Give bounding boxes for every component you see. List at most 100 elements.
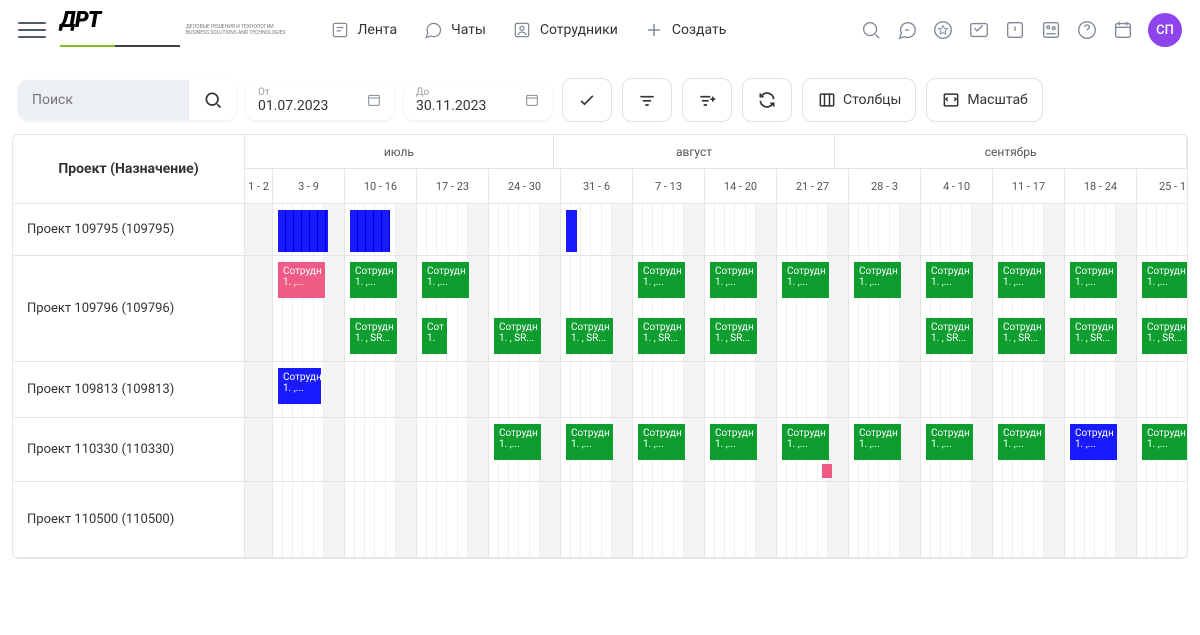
- employees-icon: [512, 20, 532, 40]
- timeline[interactable]: Сотрудн 1. ,... Сотрудн 1. ,... Сотрудн 1.…: [245, 256, 1187, 361]
- week-header: 1 - 2: [245, 169, 273, 203]
- week-header: 25 - 1: [1137, 169, 1187, 203]
- month-header: август: [554, 135, 835, 168]
- project-label[interactable]: Проект 110500 (110500): [13, 482, 245, 557]
- scale-button[interactable]: Масштаб: [926, 78, 1042, 122]
- gantt-bar[interactable]: Сотрудн 1. ,...: [1142, 424, 1187, 460]
- gantt-bar[interactable]: Сотрудн 1. , SR...: [710, 318, 757, 354]
- gantt-bar[interactable]: Сотрудн 1. ,...: [494, 424, 541, 460]
- gantt-bar[interactable]: [278, 210, 328, 252]
- refresh-button[interactable]: [742, 78, 792, 122]
- timeline[interactable]: Сотрудн 1. ,... Сотрудн 1. ,... Сотрудн 1.…: [245, 418, 1187, 481]
- gantt-row: Проект 110500 (110500): [13, 482, 1187, 558]
- gantt-bar[interactable]: Сотрудн 1. , SR...: [638, 318, 685, 354]
- nav-employees[interactable]: Сотрудники: [512, 20, 618, 40]
- gantt-bar[interactable]: Сотрудн 1. , SR...: [1142, 318, 1187, 354]
- month-header: сентябрь: [835, 135, 1187, 168]
- month-header: июль: [245, 135, 554, 168]
- gantt-bar[interactable]: Сотрудн 1. , SR...: [998, 318, 1045, 354]
- gantt-bar[interactable]: Сотрудн 1. ,...: [926, 424, 973, 460]
- timeline[interactable]: [245, 482, 1187, 557]
- nav-links: Лента Чаты Сотрудники Создать: [330, 20, 727, 40]
- plus-icon: [644, 20, 664, 40]
- gantt-bar[interactable]: Сотрудн 1. ,...: [1070, 424, 1117, 460]
- chat-icon: [423, 20, 443, 40]
- week-header: 3 - 9: [273, 169, 345, 203]
- gantt-header: Проект (Назначение) июльавгустсентябрь 1…: [13, 135, 1187, 204]
- gantt-bar[interactable]: Сотрудн 1. ,...: [710, 262, 757, 298]
- gantt-bar[interactable]: Сотрудн 1. ,...: [422, 262, 469, 298]
- magnify-icon: [203, 90, 223, 110]
- dashboard-icon[interactable]: [1040, 19, 1062, 41]
- gantt-bar[interactable]: Сотрудн 1. ,...: [566, 424, 613, 460]
- topbar: ДРТ ДЕЛОВЫЕ РЕШЕНИЯ И ТЕХНОЛОГИИ BUSINES…: [0, 0, 1200, 60]
- logo[interactable]: ДРТ ДЕЛОВЫЕ РЕШЕНИЯ И ТЕХНОЛОГИИ BUSINES…: [60, 8, 286, 52]
- calendar-small-icon: [524, 92, 540, 108]
- gantt-bar[interactable]: Сотрудн 1. , SR...: [494, 318, 541, 354]
- gantt-bar[interactable]: Сотрудн 1. ,...: [998, 262, 1045, 298]
- project-label[interactable]: Проект 109796 (109796): [13, 256, 245, 361]
- menu-button[interactable]: [18, 16, 46, 44]
- project-label[interactable]: Проект 109813 (109813): [13, 362, 245, 417]
- mail-check-icon[interactable]: [968, 19, 990, 41]
- gantt-bar[interactable]: [350, 210, 390, 252]
- search-wrap: [18, 80, 236, 120]
- gantt-bar[interactable]: [566, 210, 577, 252]
- scale-icon: [941, 90, 961, 110]
- gantt-bar[interactable]: [822, 464, 832, 478]
- gantt-bar[interactable]: Сотрудн 1. ,...: [278, 368, 321, 404]
- search-icon[interactable]: [860, 19, 882, 41]
- gantt-bar[interactable]: Сотрудн 1. ,...: [998, 424, 1045, 460]
- avatar[interactable]: СП: [1148, 13, 1182, 47]
- gantt-row: Проект 109795 (109795): [13, 204, 1187, 256]
- date-to[interactable]: До 30.11.2023: [404, 81, 552, 120]
- columns-icon: [817, 90, 837, 110]
- gantt-bar[interactable]: Сотрудн 1. ,...: [782, 424, 829, 460]
- gantt-bar[interactable]: Сотрудн 1. ,...: [638, 424, 685, 460]
- help-chat-icon[interactable]: [896, 19, 918, 41]
- feed-icon: [330, 20, 350, 40]
- refresh-icon: [757, 90, 777, 110]
- date-from[interactable]: От 01.07.2023: [246, 81, 394, 120]
- filter-button[interactable]: [622, 78, 672, 122]
- gantt-bar[interactable]: Сотрудн 1. , SR...: [926, 318, 973, 354]
- gantt-bar[interactable]: Сотрудн 1. , SR...: [566, 318, 613, 354]
- week-header: 4 - 10: [921, 169, 993, 203]
- gantt-bar[interactable]: Сот 1.: [422, 318, 447, 354]
- week-header: 11 - 17: [993, 169, 1065, 203]
- calendar-icon[interactable]: [1112, 19, 1134, 41]
- gantt-bar[interactable]: Сотрудн 1. , SR...: [1070, 318, 1117, 354]
- search-input[interactable]: [18, 80, 188, 120]
- timeline[interactable]: [245, 204, 1187, 255]
- gantt-row: Проект 109796 (109796) Сотрудн 1. ,...Со…: [13, 256, 1187, 362]
- calendar-small-icon: [366, 92, 382, 108]
- gantt-bar[interactable]: Сотрудн 1. ,...: [710, 424, 757, 460]
- nav-feed[interactable]: Лента: [330, 20, 398, 40]
- gantt-chart: Проект (Назначение) июльавгустсентябрь 1…: [12, 134, 1188, 559]
- project-column-header: Проект (Назначение): [13, 135, 245, 203]
- help-icon[interactable]: [1076, 19, 1098, 41]
- gantt-bar[interactable]: Сотрудн 1. ,...: [782, 262, 829, 298]
- filter-plus-icon: [697, 90, 717, 110]
- gantt-bar[interactable]: Сотрудн 1. ,...: [854, 262, 901, 298]
- alert-icon[interactable]: [1004, 19, 1026, 41]
- gantt-bar[interactable]: Сотрудн 1. ,...: [350, 262, 397, 298]
- gantt-bar[interactable]: Сотрудн 1. ,...: [854, 424, 901, 460]
- project-label[interactable]: Проект 109795 (109795): [13, 204, 245, 255]
- gantt-bar[interactable]: Сотрудн 1. ,...: [278, 262, 325, 298]
- apply-button[interactable]: [562, 78, 612, 122]
- search-button[interactable]: [188, 80, 236, 120]
- gantt-bar[interactable]: Сотрудн 1. , SR...: [350, 318, 397, 354]
- add-filter-button[interactable]: [682, 78, 732, 122]
- columns-button[interactable]: Столбцы: [802, 78, 916, 122]
- gantt-bar[interactable]: Сотрудн 1. ,...: [1070, 262, 1117, 298]
- week-header: 31 - 6: [561, 169, 633, 203]
- star-icon[interactable]: [932, 19, 954, 41]
- nav-create[interactable]: Создать: [644, 20, 727, 40]
- project-label[interactable]: Проект 110330 (110330): [13, 418, 245, 481]
- gantt-bar[interactable]: Сотрудн 1. ,...: [926, 262, 973, 298]
- gantt-bar[interactable]: Сотрудн 1. ,...: [1142, 262, 1187, 298]
- gantt-bar[interactable]: Сотрудн 1. ,...: [638, 262, 685, 298]
- nav-chats[interactable]: Чаты: [423, 20, 486, 40]
- timeline[interactable]: Сотрудн 1. ,...: [245, 362, 1187, 417]
